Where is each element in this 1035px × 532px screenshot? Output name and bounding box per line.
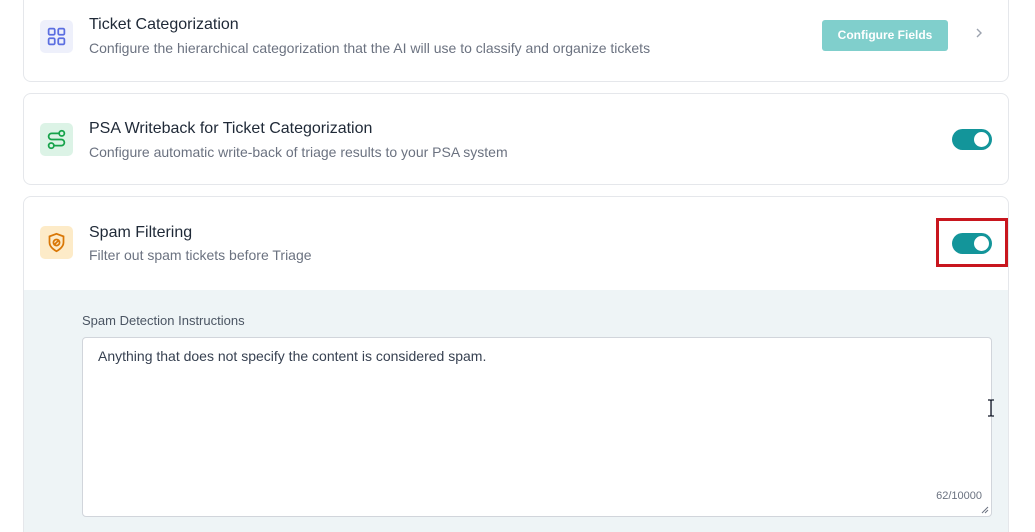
ticket-categorization-description: Configure the hierarchical categorizatio… <box>89 40 651 56</box>
spam-instructions-value: Anything that does not specify the conte… <box>98 348 487 364</box>
spam-instructions-label: Spam Detection Instructions <box>82 313 245 328</box>
spam-filtering-toggle[interactable] <box>952 233 992 254</box>
spam-settings-panel: Spam Detection Instructions Anything tha… <box>24 290 1008 532</box>
resize-grip-icon[interactable] <box>980 505 989 514</box>
psa-writeback-description: Configure automatic write-back of triage… <box>89 144 508 160</box>
toggle-knob <box>974 132 989 147</box>
grid-icon <box>40 20 73 53</box>
spam-filtering-card: Spam Filtering Filter out spam tickets b… <box>23 196 1009 532</box>
char-count: 62/10000 <box>936 490 982 502</box>
psa-writeback-card: PSA Writeback for Ticket Categorization … <box>23 93 1009 185</box>
ticket-categorization-card: Ticket Categorization Configure the hier… <box>23 0 1009 82</box>
psa-writeback-toggle[interactable] <box>952 129 992 150</box>
ticket-categorization-title: Ticket Categorization <box>89 16 239 33</box>
toggle-knob <box>974 236 989 251</box>
spam-instructions-textarea[interactable]: Anything that does not specify the conte… <box>82 337 992 517</box>
text-cursor-icon <box>988 399 994 417</box>
configure-fields-button[interactable]: Configure Fields <box>822 20 948 51</box>
shield-ban-icon <box>40 226 73 259</box>
spam-filtering-description: Filter out spam tickets before Triage <box>89 247 312 263</box>
spam-filtering-title: Spam Filtering <box>89 224 193 241</box>
psa-writeback-title: PSA Writeback for Ticket Categorization <box>89 120 373 137</box>
chevron-right-icon[interactable] <box>972 26 986 40</box>
route-icon <box>40 123 73 156</box>
